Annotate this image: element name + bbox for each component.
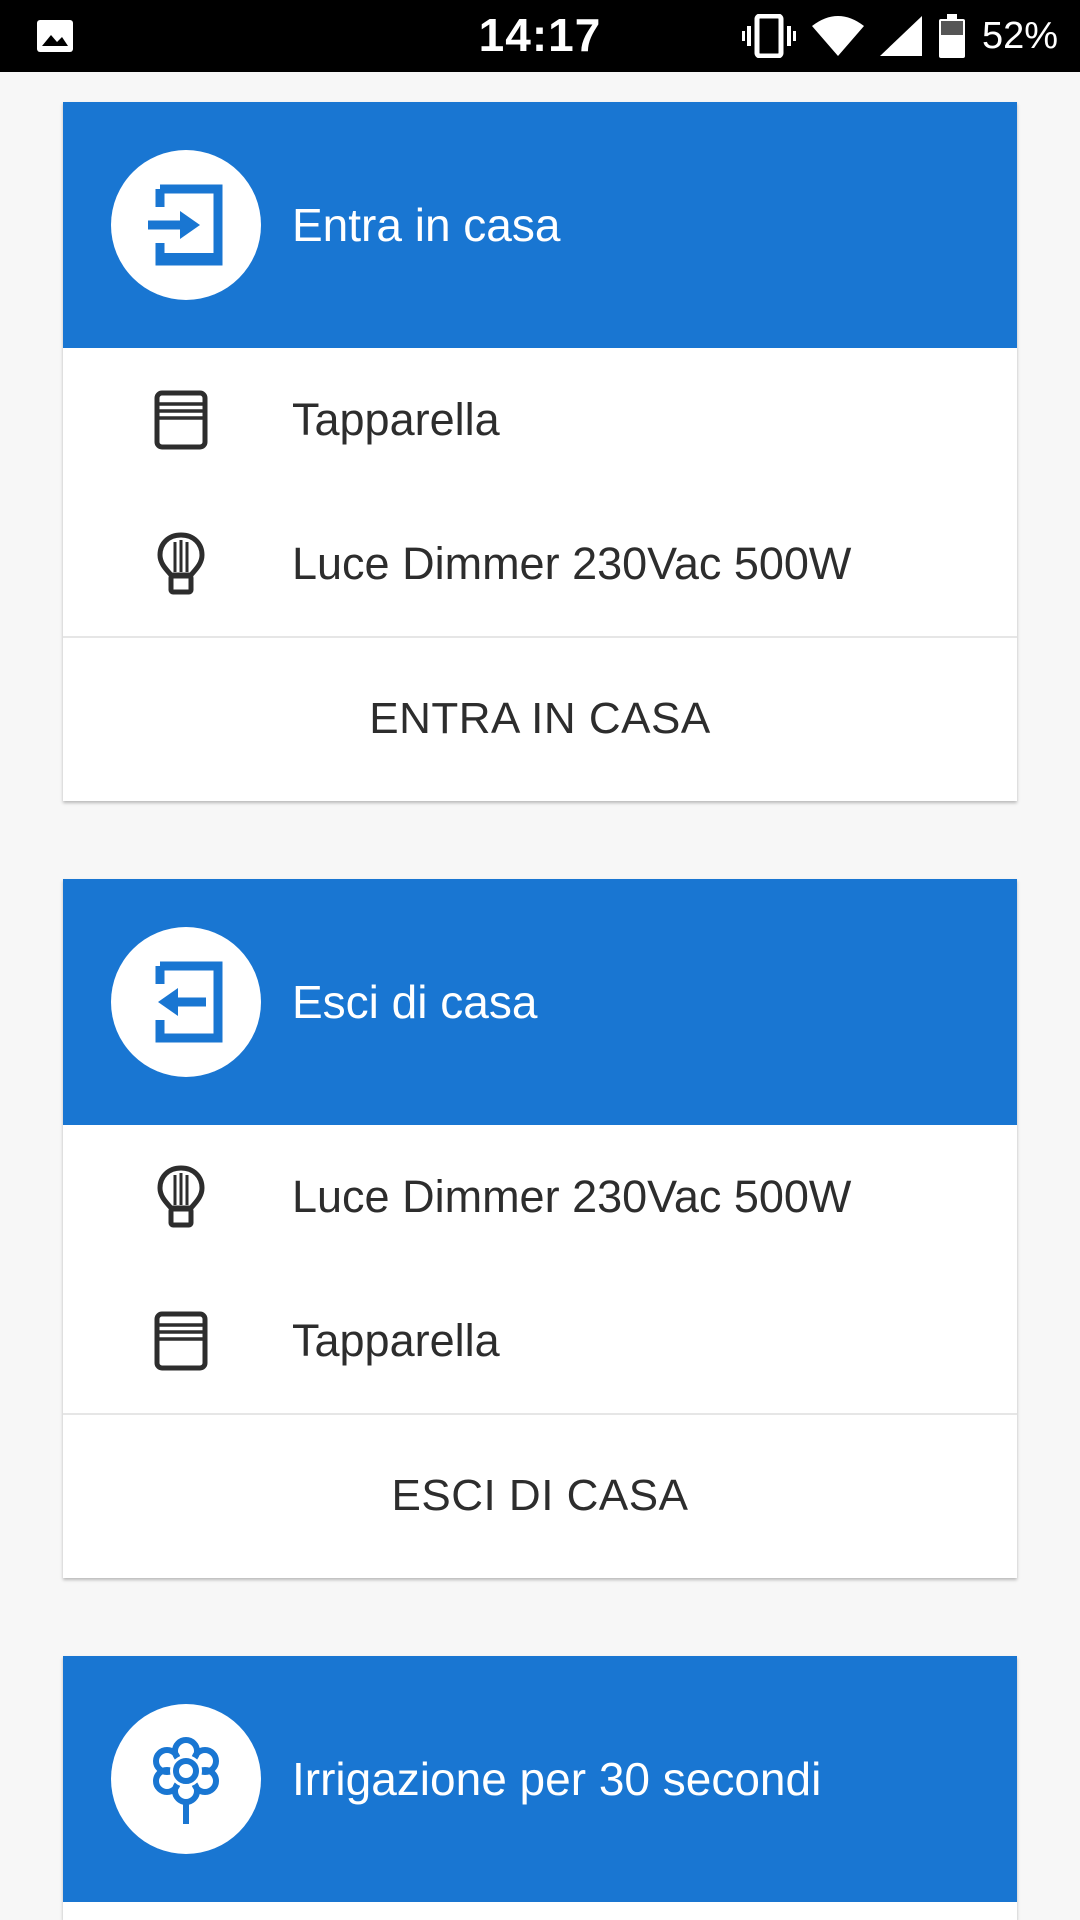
header-icon-circle (111, 927, 261, 1077)
list-item: Tapparella (63, 348, 1017, 492)
card-header: Entra in casa (63, 102, 1017, 348)
card-title: Esci di casa (292, 976, 538, 1028)
esci-di-casa-button[interactable]: ESCI DI CASA (63, 1413, 1017, 1577)
item-label: Tapparella (292, 1315, 500, 1366)
list-item: Tapparella (63, 1269, 1017, 1413)
status-bar: 14:17 52% (0, 0, 1080, 72)
bulb-icon (157, 532, 205, 595)
entra-in-casa-button[interactable]: ENTRA IN CASA (63, 636, 1017, 800)
card-title: Entra in casa (292, 199, 561, 251)
shutter-icon (154, 1311, 208, 1371)
scenario-card-irrigazione: Irrigazione per 30 secondi (63, 1656, 1017, 1920)
item-label: Luce Dimmer 230Vac 500W (292, 538, 852, 589)
battery-icon (938, 14, 965, 58)
signal-icon (879, 16, 922, 56)
flower-icon (153, 1737, 219, 1824)
scenario-card-entra: Entra in casa Tapparella Luce Dimmer 230… (63, 102, 1017, 801)
battery-percent: 52% (981, 14, 1058, 57)
item-label: Luce Dimmer 230Vac 500W (292, 1171, 852, 1222)
wifi-icon (811, 16, 864, 56)
login-icon (148, 184, 223, 266)
list-item: Luce Dimmer 230Vac 500W (63, 1125, 1017, 1269)
list-item: Luce Dimmer 230Vac 500W (63, 492, 1017, 636)
header-icon-circle (111, 150, 261, 300)
card-header: Esci di casa (63, 879, 1017, 1125)
card-title: Irrigazione per 30 secondi (292, 1753, 822, 1805)
bulb-icon (157, 1165, 205, 1228)
shutter-icon (154, 390, 208, 450)
item-label: Tapparella (292, 394, 500, 445)
header-icon-circle (111, 1704, 261, 1854)
card-header: Irrigazione per 30 secondi (63, 1656, 1017, 1902)
vibrate-icon (741, 14, 796, 58)
logout-icon (155, 961, 223, 1043)
scenario-card-esci: Esci di casa Luce Dimmer 230Vac 500W Tap… (63, 879, 1017, 1578)
